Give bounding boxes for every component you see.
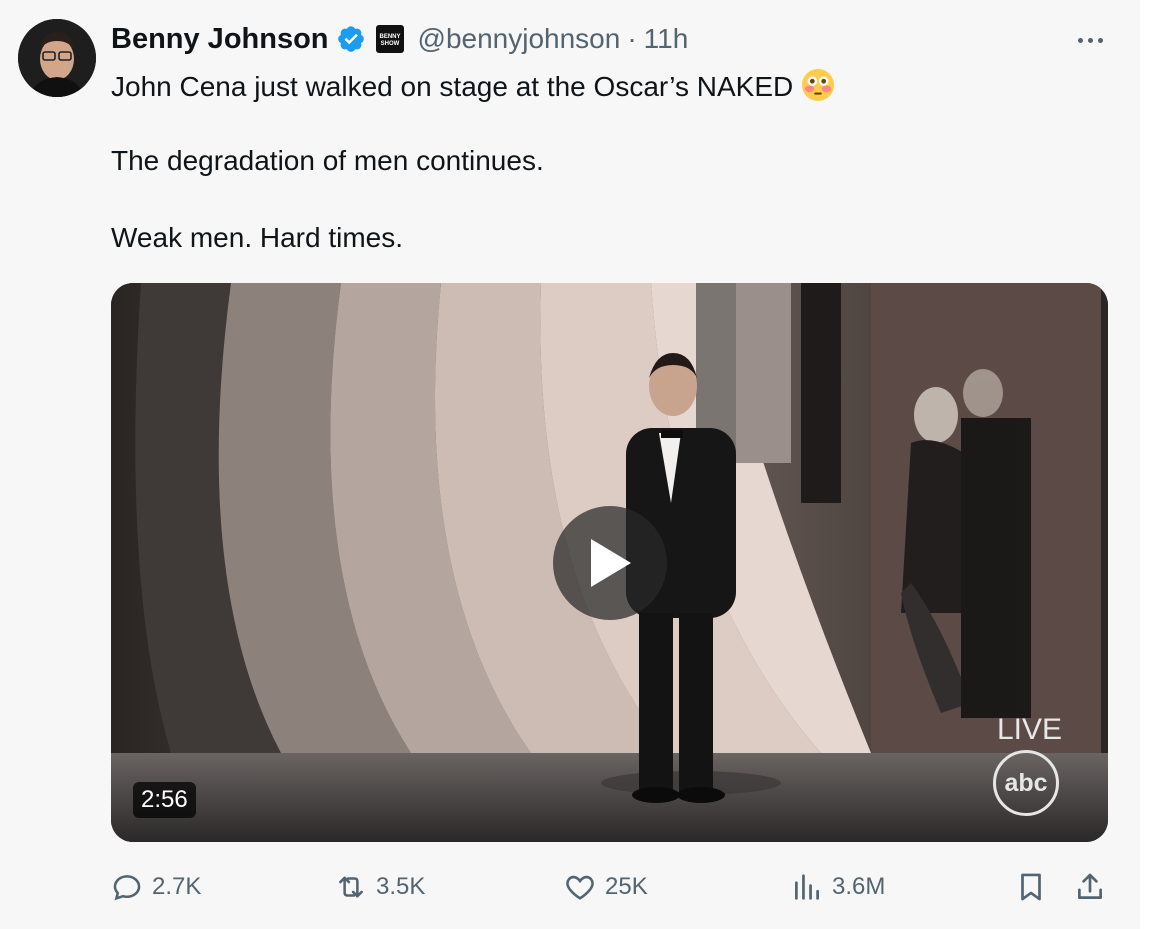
play-icon [591,539,631,587]
action-bar: 2.7K 3.5K 25K 3.6M [0,865,1140,909]
more-options-icon[interactable] [1070,22,1110,58]
bookmark-button[interactable] [1014,865,1056,909]
tweet-header: Benny Johnson BENNY SHOW @bennyjohnson ·… [111,21,688,57]
tweet-text-line-1: John Cena just walked on stage at the Os… [111,68,835,103]
like-button[interactable]: 25K [563,865,648,909]
timestamp[interactable]: 11h [644,23,689,55]
repost-button[interactable]: 3.5K [334,865,425,909]
share-icon [1078,873,1102,899]
author-handle[interactable]: @bennyjohnson [418,23,621,55]
reply-button[interactable]: 2.7K [110,865,201,909]
network-logo: abc [993,750,1059,816]
repost-count: 3.5K [376,873,426,900]
svg-text:BENNY: BENNY [379,34,400,40]
flushed-face-icon [802,68,835,102]
page-edge [1140,0,1154,929]
avatar-photo [18,19,96,97]
tweet-text-line-2: The degradation of men continues. [111,145,544,176]
reply-icon [113,875,141,901]
video-player[interactable]: 2:56 LIVE abc [111,283,1108,842]
separator: · [627,23,637,54]
tweet-text: John Cena just walked on stage at the Os… [111,71,794,102]
view-count: 3.6M [832,873,886,900]
bookmark-icon [1021,873,1041,901]
repost-icon [339,876,363,898]
author-name[interactable]: Benny Johnson [111,23,329,56]
svg-text:SHOW: SHOW [380,41,399,47]
video-duration: 2:56 [133,782,196,818]
share-button[interactable] [1073,865,1115,909]
reply-count: 2.7K [152,873,202,900]
like-count: 25K [605,873,648,900]
tweet-text-line-3: Weak men. Hard times. [111,222,404,253]
verified-badge-icon[interactable] [336,24,366,54]
heart-icon [566,875,594,900]
analytics-icon [795,874,819,900]
avatar[interactable] [18,19,96,97]
views-button[interactable]: 3.6M [790,865,885,909]
play-button[interactable] [553,506,667,620]
affiliate-badge-icon[interactable]: BENNY SHOW [375,25,404,53]
tweet-card[interactable]: Benny Johnson BENNY SHOW @bennyjohnson ·… [0,0,1140,929]
live-label: LIVE [997,713,1063,746]
